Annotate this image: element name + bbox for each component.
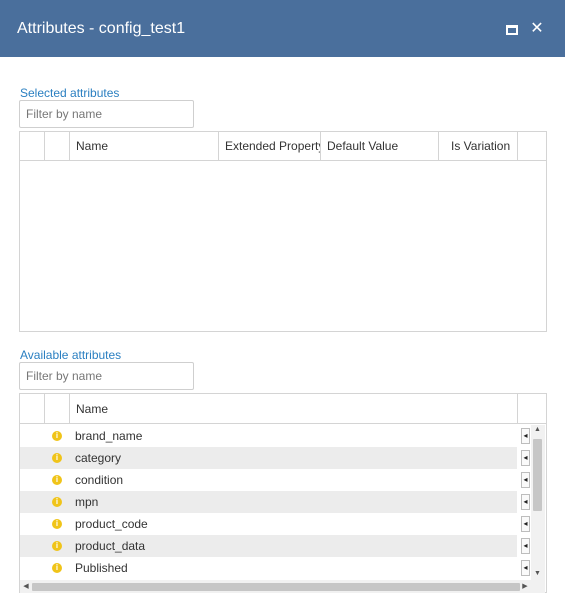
attribute-name: mpn: [75, 495, 99, 509]
attributes-dialog: Attributes - config_test1 ✕ Selected att…: [0, 0, 565, 608]
scroll-down-icon[interactable]: ▼: [533, 569, 542, 579]
add-arrow-icon[interactable]: ◂: [521, 494, 530, 510]
maximize-icon[interactable]: [506, 25, 518, 35]
horizontal-scrollbar[interactable]: ◀ ▶: [20, 580, 545, 593]
selected-filter-input[interactable]: [19, 100, 194, 128]
vertical-scroll-thumb[interactable]: [533, 439, 542, 511]
horizontal-scroll-thumb[interactable]: [32, 583, 520, 591]
dialog-titlebar[interactable]: Attributes - config_test1 ✕: [0, 0, 565, 57]
header-blank-1: [20, 132, 45, 161]
selected-attributes-label: Selected attributes: [20, 86, 120, 100]
info-icon[interactable]: i: [52, 431, 62, 441]
add-arrow-icon[interactable]: ◂: [521, 450, 530, 466]
attribute-name: category: [75, 451, 122, 465]
attribute-name: Published: [75, 561, 128, 575]
info-icon[interactable]: i: [52, 563, 62, 573]
header-blank-2: [45, 394, 70, 424]
column-header-is-variation[interactable]: Is Variation: [439, 132, 518, 161]
available-attributes-grid: Name i brand_name ◂ i category ◂ i condi…: [19, 393, 547, 593]
info-icon[interactable]: i: [52, 497, 62, 507]
info-icon[interactable]: i: [52, 453, 62, 463]
header-blank-1: [20, 394, 45, 424]
table-row[interactable]: i product_code ◂: [20, 513, 530, 535]
add-arrow-icon[interactable]: ◂: [521, 538, 530, 554]
header-blank-2: [45, 132, 70, 161]
close-icon[interactable]: ✕: [530, 19, 544, 39]
available-attributes-label: Available attributes: [20, 348, 122, 362]
available-grid-header: Name: [20, 394, 546, 424]
info-icon[interactable]: i: [52, 541, 62, 551]
vertical-scrollbar[interactable]: ▲ ▼: [531, 425, 545, 580]
header-blank-3: [518, 132, 546, 161]
table-row[interactable]: i product_data ◂: [20, 535, 530, 557]
available-filter-input[interactable]: [19, 362, 194, 390]
selected-grid-header: Name Extended Property Default Value Is …: [20, 132, 546, 161]
column-header-name[interactable]: Name: [70, 394, 518, 424]
add-arrow-icon[interactable]: ◂: [521, 472, 530, 488]
scroll-up-icon[interactable]: ▲: [533, 425, 542, 435]
table-row[interactable]: i category ◂: [20, 447, 530, 469]
info-icon[interactable]: i: [52, 475, 62, 485]
dialog-title: Attributes - config_test1: [17, 20, 186, 37]
attribute-name: brand_name: [75, 429, 143, 443]
scroll-right-icon[interactable]: ▶: [520, 581, 530, 592]
info-icon[interactable]: i: [52, 519, 62, 529]
column-header-name[interactable]: Name: [70, 132, 219, 161]
attribute-name: product_data: [75, 539, 146, 553]
header-blank-3: [518, 394, 546, 424]
table-row[interactable]: i brand_name ◂: [20, 425, 530, 447]
column-header-default-value[interactable]: Default Value: [321, 132, 439, 161]
add-arrow-icon[interactable]: ◂: [521, 560, 530, 576]
attribute-name: product_code: [75, 517, 148, 531]
table-row[interactable]: i mpn ◂: [20, 491, 530, 513]
available-grid-body: i brand_name ◂ i category ◂ i condition …: [20, 425, 546, 593]
add-arrow-icon[interactable]: ◂: [521, 428, 530, 444]
scroll-left-icon[interactable]: ◀: [21, 581, 31, 592]
selected-attributes-grid: Name Extended Property Default Value Is …: [19, 131, 547, 332]
column-header-extended-property[interactable]: Extended Property: [219, 132, 321, 161]
table-row[interactable]: i condition ◂: [20, 469, 530, 491]
table-row[interactable]: i Published ◂: [20, 557, 530, 579]
attribute-name: condition: [75, 473, 124, 487]
add-arrow-icon[interactable]: ◂: [521, 516, 530, 532]
